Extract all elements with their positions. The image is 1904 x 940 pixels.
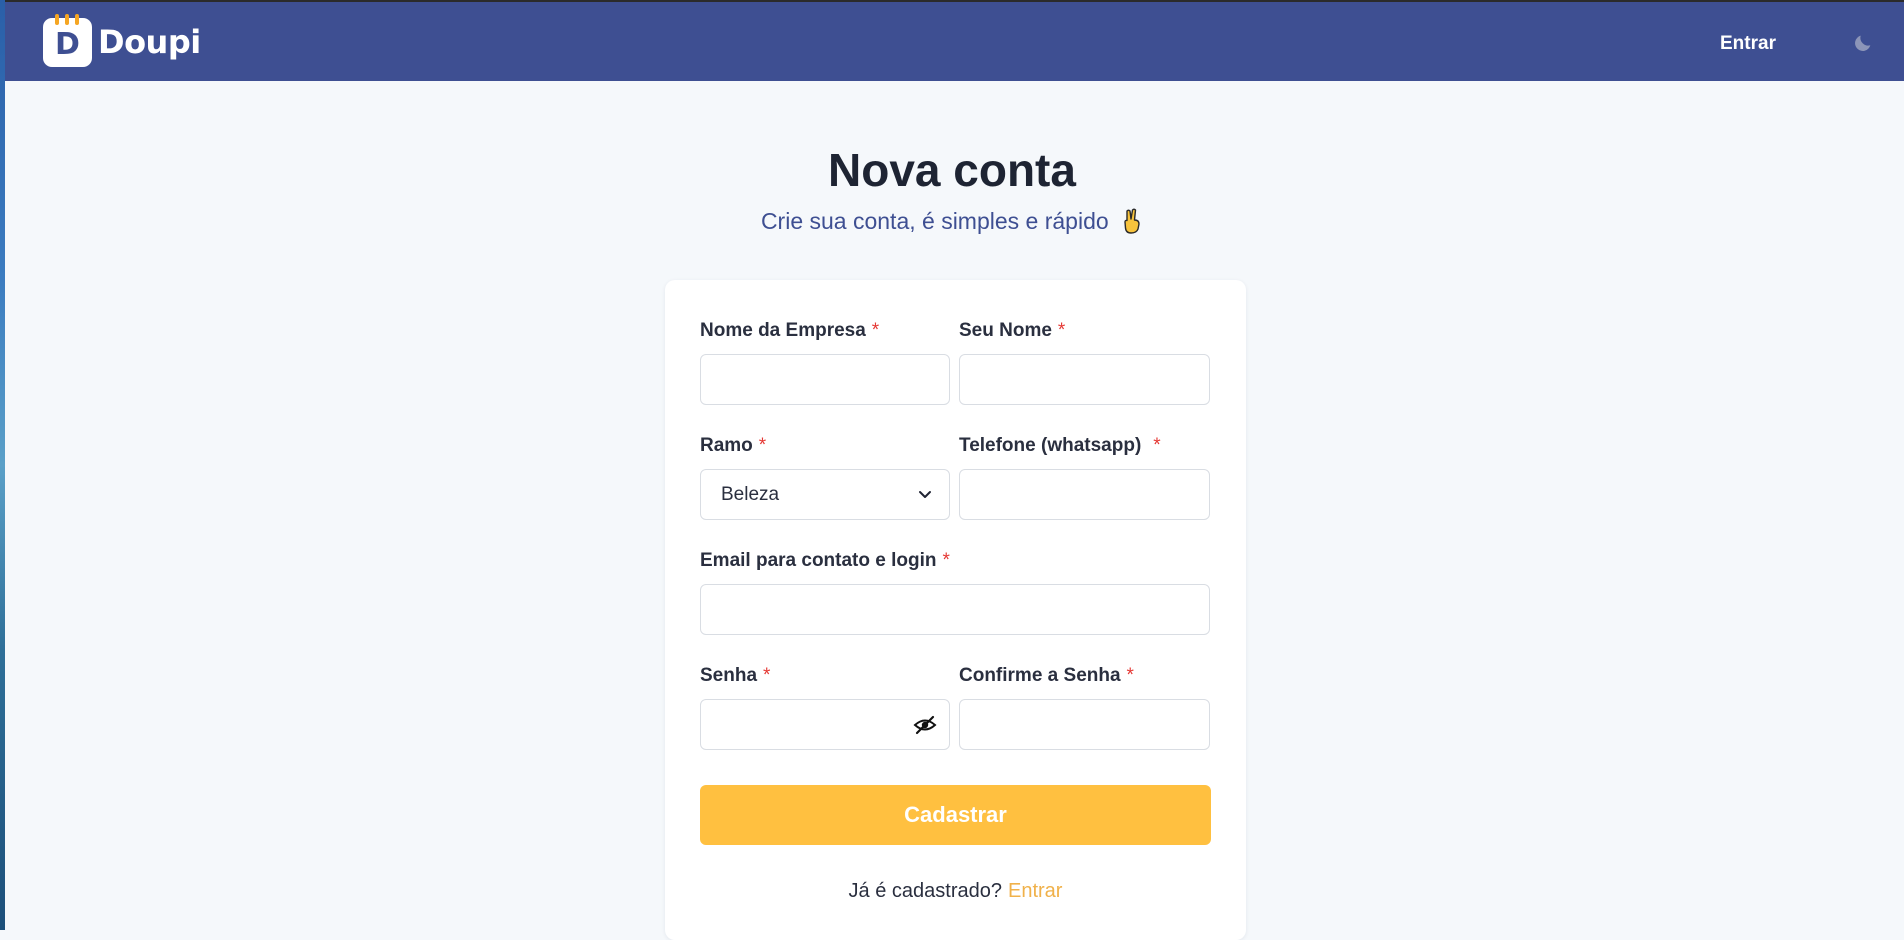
branch-select[interactable]: Beleza: [700, 469, 950, 520]
required-marker: *: [871, 320, 880, 341]
victory-hand-icon: [1121, 208, 1143, 234]
already-registered-text: Já é cadastrado?: [848, 880, 1002, 902]
required-marker: *: [1153, 435, 1161, 456]
confirm-password-label: Confirme a Senha *: [959, 665, 1134, 687]
your-name-input[interactable]: [959, 354, 1210, 405]
required-marker: *: [1126, 665, 1134, 686]
branch-label: Ramo *: [700, 435, 766, 457]
page-subtitle: Crie sua conta, é simples e rápido: [0, 208, 1904, 235]
email-label-text: Email para contato e login: [700, 550, 937, 571]
company-name-label: Nome da Empresa *: [700, 320, 879, 342]
required-marker: *: [942, 550, 950, 571]
confirm-password-label-text: Confirme a Senha: [959, 665, 1121, 686]
signup-form-card: Nome da Empresa * Seu Nome * Ramo * Beleza …: [665, 280, 1246, 940]
desktop-wallpaper-edge: [0, 0, 5, 930]
your-name-label: Seu Nome *: [959, 320, 1065, 342]
calendar-logo-icon: D: [43, 13, 92, 67]
email-label: Email para contato e login *: [700, 550, 950, 572]
subtitle-text: Crie sua conta, é simples e rápido: [760, 208, 1109, 234]
login-prompt: Já é cadastrado? Entrar: [665, 880, 1246, 903]
brand-logo[interactable]: D Doupi: [43, 13, 201, 67]
logo-letter: D: [55, 26, 80, 62]
password-label: Senha *: [700, 665, 770, 687]
company-name-label-text: Nome da Empresa: [700, 320, 866, 341]
calendar-ring: [65, 13, 69, 25]
calendar-ring: [55, 13, 59, 25]
required-marker: *: [758, 435, 767, 456]
moon-icon[interactable]: [1852, 32, 1874, 54]
top-navbar: D Doupi Entrar: [5, 0, 1904, 81]
phone-label: Telefone (whatsapp) *: [959, 435, 1161, 457]
calendar-ring: [75, 13, 79, 25]
header-login-link[interactable]: Entrar: [1720, 33, 1776, 55]
required-marker: *: [763, 665, 771, 686]
password-input[interactable]: [700, 699, 950, 750]
signup-submit-button[interactable]: Cadastrar: [700, 785, 1211, 845]
confirm-password-input[interactable]: [959, 699, 1210, 750]
your-name-label-text: Seu Nome: [959, 320, 1052, 341]
email-input[interactable]: [700, 584, 1210, 635]
password-label-text: Senha: [700, 665, 758, 686]
phone-input[interactable]: [959, 469, 1210, 520]
brand-name: Doupi: [98, 23, 201, 61]
phone-label-text: Telefone (whatsapp): [959, 435, 1142, 456]
required-marker: *: [1057, 320, 1066, 341]
branch-selected-value: Beleza: [721, 484, 780, 505]
footer-login-link[interactable]: Entrar: [1008, 880, 1062, 902]
company-name-input[interactable]: [700, 354, 950, 405]
chevron-down-icon: [917, 486, 933, 502]
branch-label-text: Ramo: [700, 435, 753, 456]
eye-off-icon[interactable]: [913, 713, 937, 737]
page-title: Nova conta: [828, 144, 1076, 196]
